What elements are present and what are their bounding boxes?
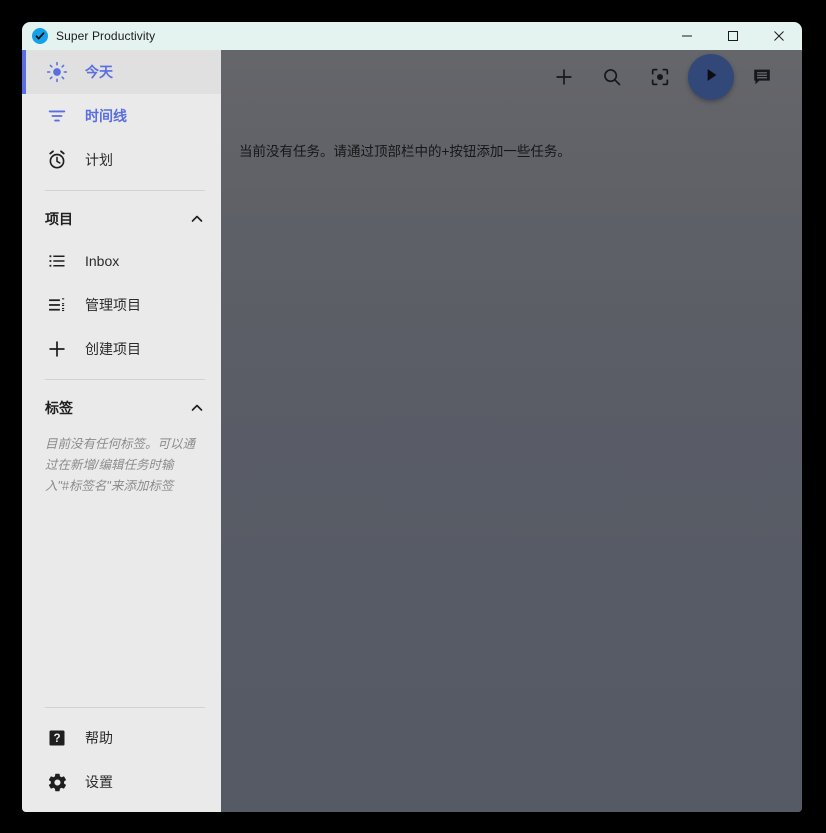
app-window: Super Productivity 今天 时间线 计划 项目 Inbox 管理… bbox=[22, 22, 802, 812]
help-square-icon: ? bbox=[45, 726, 69, 750]
sidebar-item-label: 时间线 bbox=[85, 108, 127, 124]
tags-empty-message: 目前没有任何标签。可以通过在新增/编辑任务时输入"#标签名"来添加标签 bbox=[45, 437, 196, 493]
sidebar-item-inbox[interactable]: Inbox bbox=[22, 239, 221, 283]
task-list-area: 当前没有任务。请通过顶部栏中的+按钮添加一些任务。 bbox=[221, 104, 802, 812]
app-title: Super Productivity bbox=[56, 29, 156, 43]
check-circle-icon bbox=[32, 28, 48, 44]
gear-icon bbox=[45, 770, 69, 794]
focus-mode-button[interactable] bbox=[636, 53, 684, 101]
title-bar-left: Super Productivity bbox=[22, 28, 155, 44]
divider bbox=[45, 190, 205, 191]
minimize-icon[interactable] bbox=[664, 22, 710, 50]
search-icon bbox=[601, 66, 623, 88]
play-button[interactable] bbox=[688, 54, 734, 100]
sidebar-item-manage-projects[interactable]: 管理项目 bbox=[22, 283, 221, 327]
projects-section-header[interactable]: 项目 bbox=[22, 199, 221, 239]
play-icon bbox=[701, 65, 721, 90]
primary-nav: 今天 时间线 计划 bbox=[22, 50, 221, 182]
alarm-clock-icon bbox=[45, 148, 69, 172]
notes-button[interactable] bbox=[738, 53, 786, 101]
projects-section-title: 项目 bbox=[45, 211, 73, 227]
plus-icon bbox=[45, 337, 69, 361]
search-button[interactable] bbox=[588, 53, 636, 101]
svg-text:?: ? bbox=[53, 732, 60, 745]
sidebar-item-label: Inbox bbox=[85, 253, 120, 269]
maximize-icon[interactable] bbox=[710, 22, 756, 50]
divider bbox=[45, 379, 205, 380]
sidebar-item-today[interactable]: 今天 bbox=[22, 50, 221, 94]
sidebar-item-label: 今天 bbox=[85, 64, 113, 80]
sidebar-item-label: 帮助 bbox=[85, 730, 113, 746]
window-controls bbox=[664, 22, 802, 50]
sidebar-item-label: 设置 bbox=[85, 774, 113, 790]
title-bar: Super Productivity bbox=[22, 22, 802, 50]
sidebar: 今天 时间线 计划 项目 Inbox 管理项目 创建项目 标签 目前没有任何标签… bbox=[22, 50, 221, 812]
divider bbox=[45, 707, 205, 708]
window-body: 今天 时间线 计划 项目 Inbox 管理项目 创建项目 标签 目前没有任何标签… bbox=[22, 50, 802, 812]
notes-bubble-icon bbox=[751, 66, 773, 88]
list-edit-icon bbox=[45, 293, 69, 317]
tags-section-title: 标签 bbox=[45, 400, 73, 416]
sidebar-item-label: 管理项目 bbox=[85, 297, 141, 313]
tags-section-header[interactable]: 标签 bbox=[22, 388, 221, 428]
empty-task-message: 当前没有任务。请通过顶部栏中的+按钮添加一些任务。 bbox=[239, 144, 571, 159]
list-bulleted-icon bbox=[45, 249, 69, 273]
plus-icon bbox=[553, 66, 575, 88]
sidebar-item-timeline[interactable]: 时间线 bbox=[22, 94, 221, 138]
add-task-button[interactable] bbox=[540, 53, 588, 101]
sidebar-item-label: 计划 bbox=[85, 152, 113, 168]
timeline-filter-icon bbox=[45, 104, 69, 128]
sidebar-item-help[interactable]: ? 帮助 bbox=[22, 716, 221, 760]
main-content: 当前没有任务。请通过顶部栏中的+按钮添加一些任务。 bbox=[221, 50, 802, 812]
chevron-up-icon[interactable] bbox=[187, 398, 207, 418]
sidebar-item-planner[interactable]: 计划 bbox=[22, 138, 221, 182]
sidebar-item-create-project[interactable]: 创建项目 bbox=[22, 327, 221, 371]
sidebar-item-settings[interactable]: 设置 bbox=[22, 760, 221, 804]
chevron-up-icon[interactable] bbox=[187, 209, 207, 229]
center-focus-icon bbox=[649, 66, 671, 88]
sidebar-item-label: 创建项目 bbox=[85, 341, 141, 357]
sun-icon bbox=[45, 60, 69, 84]
top-toolbar bbox=[221, 50, 802, 104]
close-icon[interactable] bbox=[756, 22, 802, 50]
